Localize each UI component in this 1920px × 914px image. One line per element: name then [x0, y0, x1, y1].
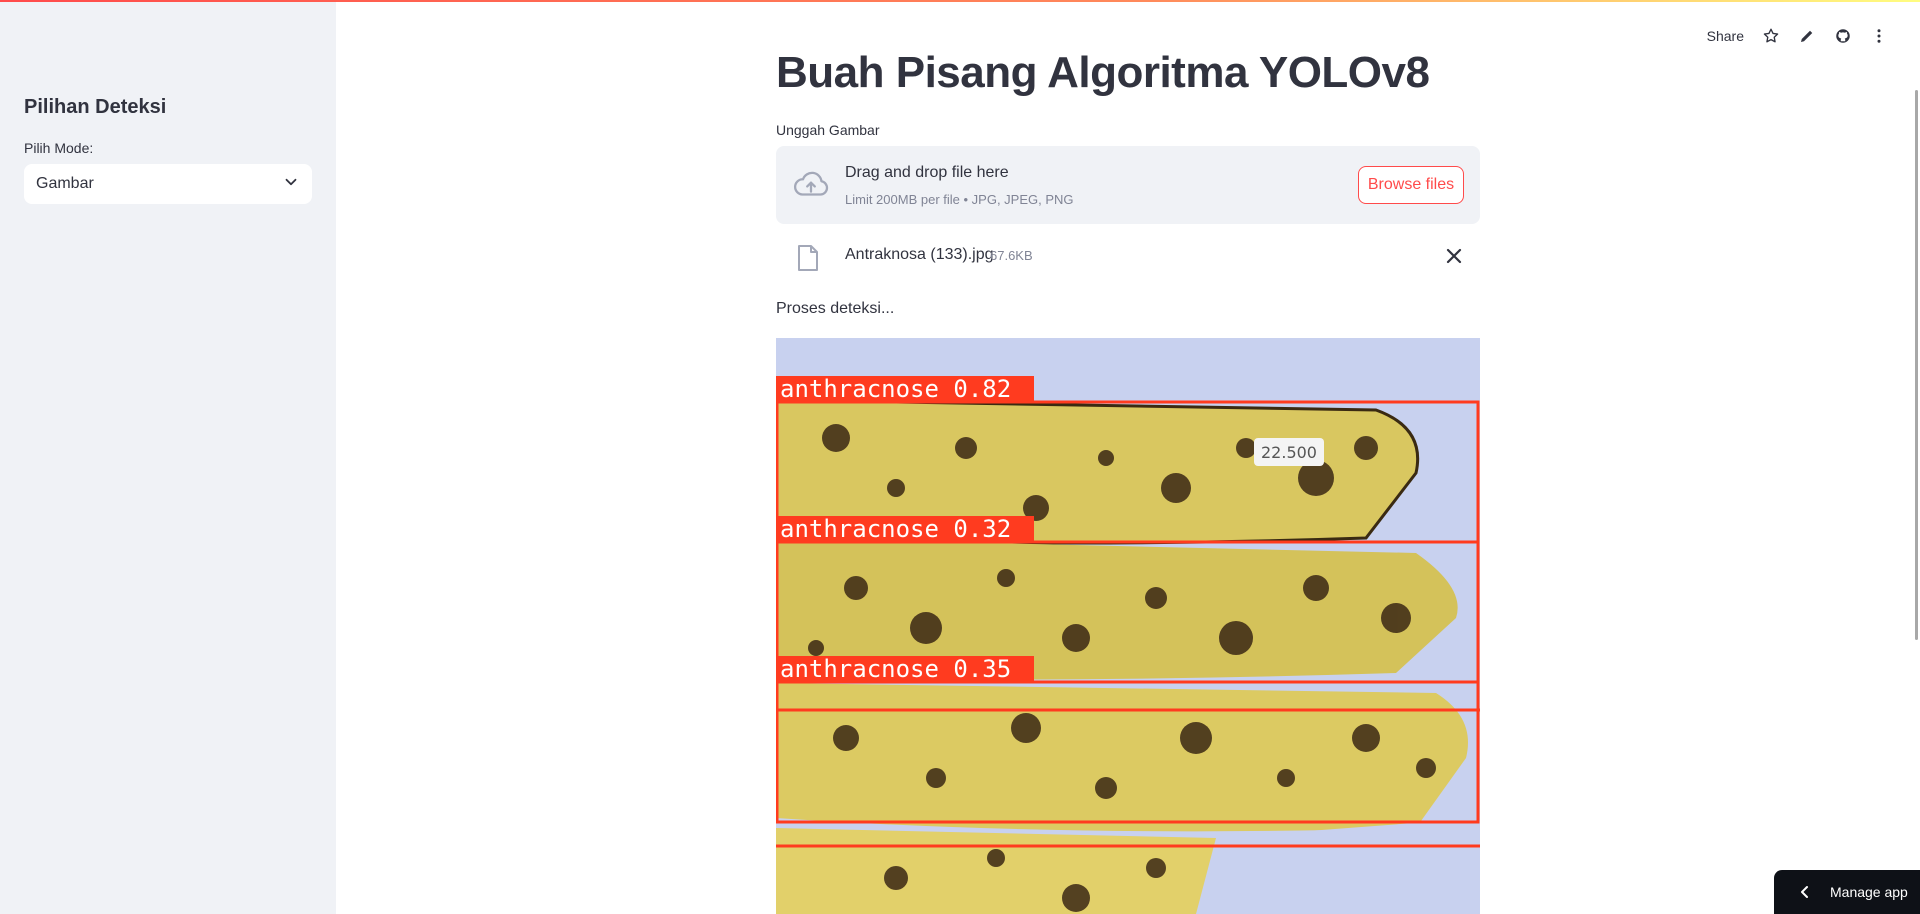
detection-label-1: anthracnose 0.82	[776, 375, 1034, 403]
detection-label-text: anthracnose 0.32	[780, 515, 1011, 543]
top-decoration-bar	[0, 0, 1920, 2]
detection-label-2: anthracnose 0.32	[776, 515, 1034, 543]
main-content: Buah Pisang Algoritma YOLOv8 Unggah Gamb…	[776, 0, 1480, 914]
detection-status: Proses deteksi...	[776, 300, 895, 317]
uploaded-file-row: Antraknosa (133).jpg 67.6KB	[776, 236, 1480, 276]
dropzone-instructions: Drag and drop file here	[845, 164, 1009, 181]
price-tag-text: 22.500	[1261, 443, 1317, 462]
browse-files-button[interactable]: Browse files	[1358, 166, 1464, 204]
page-title: Buah Pisang Algoritma YOLOv8	[776, 48, 1430, 97]
detection-label-3: anthracnose 0.35	[776, 655, 1034, 683]
close-icon[interactable]	[1444, 246, 1464, 266]
mode-select-value: Gambar	[36, 175, 94, 192]
sidebar-title: Pilihan Deteksi	[24, 96, 167, 118]
page-scrollbar[interactable]	[1915, 90, 1918, 640]
file-dropzone[interactable]: Drag and drop file here Limit 200MB per …	[776, 146, 1480, 224]
file-icon	[798, 245, 818, 271]
mode-select-label: Pilih Mode:	[24, 140, 94, 156]
detection-label-text: anthracnose 0.35	[780, 655, 1011, 683]
chevron-left-icon	[1801, 886, 1808, 898]
uploader-label: Unggah Gambar	[776, 122, 880, 138]
github-icon[interactable]	[1834, 27, 1852, 45]
uploaded-file-name: Antraknosa (133).jpg	[845, 246, 994, 263]
header-actions: Share	[1707, 24, 1888, 48]
chevron-down-icon	[282, 173, 300, 196]
manage-app-button[interactable]: Manage app	[1774, 870, 1920, 914]
share-button[interactable]: Share	[1707, 28, 1744, 44]
mode-select[interactable]: Gambar	[24, 164, 312, 204]
uploaded-file-size: 67.6KB	[990, 248, 1033, 263]
pencil-icon[interactable]	[1798, 27, 1816, 45]
sidebar: Pilihan Deteksi Pilih Mode: Gambar	[0, 0, 336, 914]
detection-result-image: 22.500 anthracnose 0.82 anthracnose 0.32	[776, 338, 1480, 914]
manage-app-label: Manage app	[1830, 884, 1908, 900]
dropzone-limit-text: Limit 200MB per file • JPG, JPEG, PNG	[845, 192, 1074, 207]
more-vertical-icon[interactable]	[1870, 27, 1888, 45]
star-icon[interactable]	[1762, 27, 1780, 45]
cloud-upload-icon	[794, 171, 829, 196]
detection-label-text: anthracnose 0.82	[780, 375, 1011, 403]
